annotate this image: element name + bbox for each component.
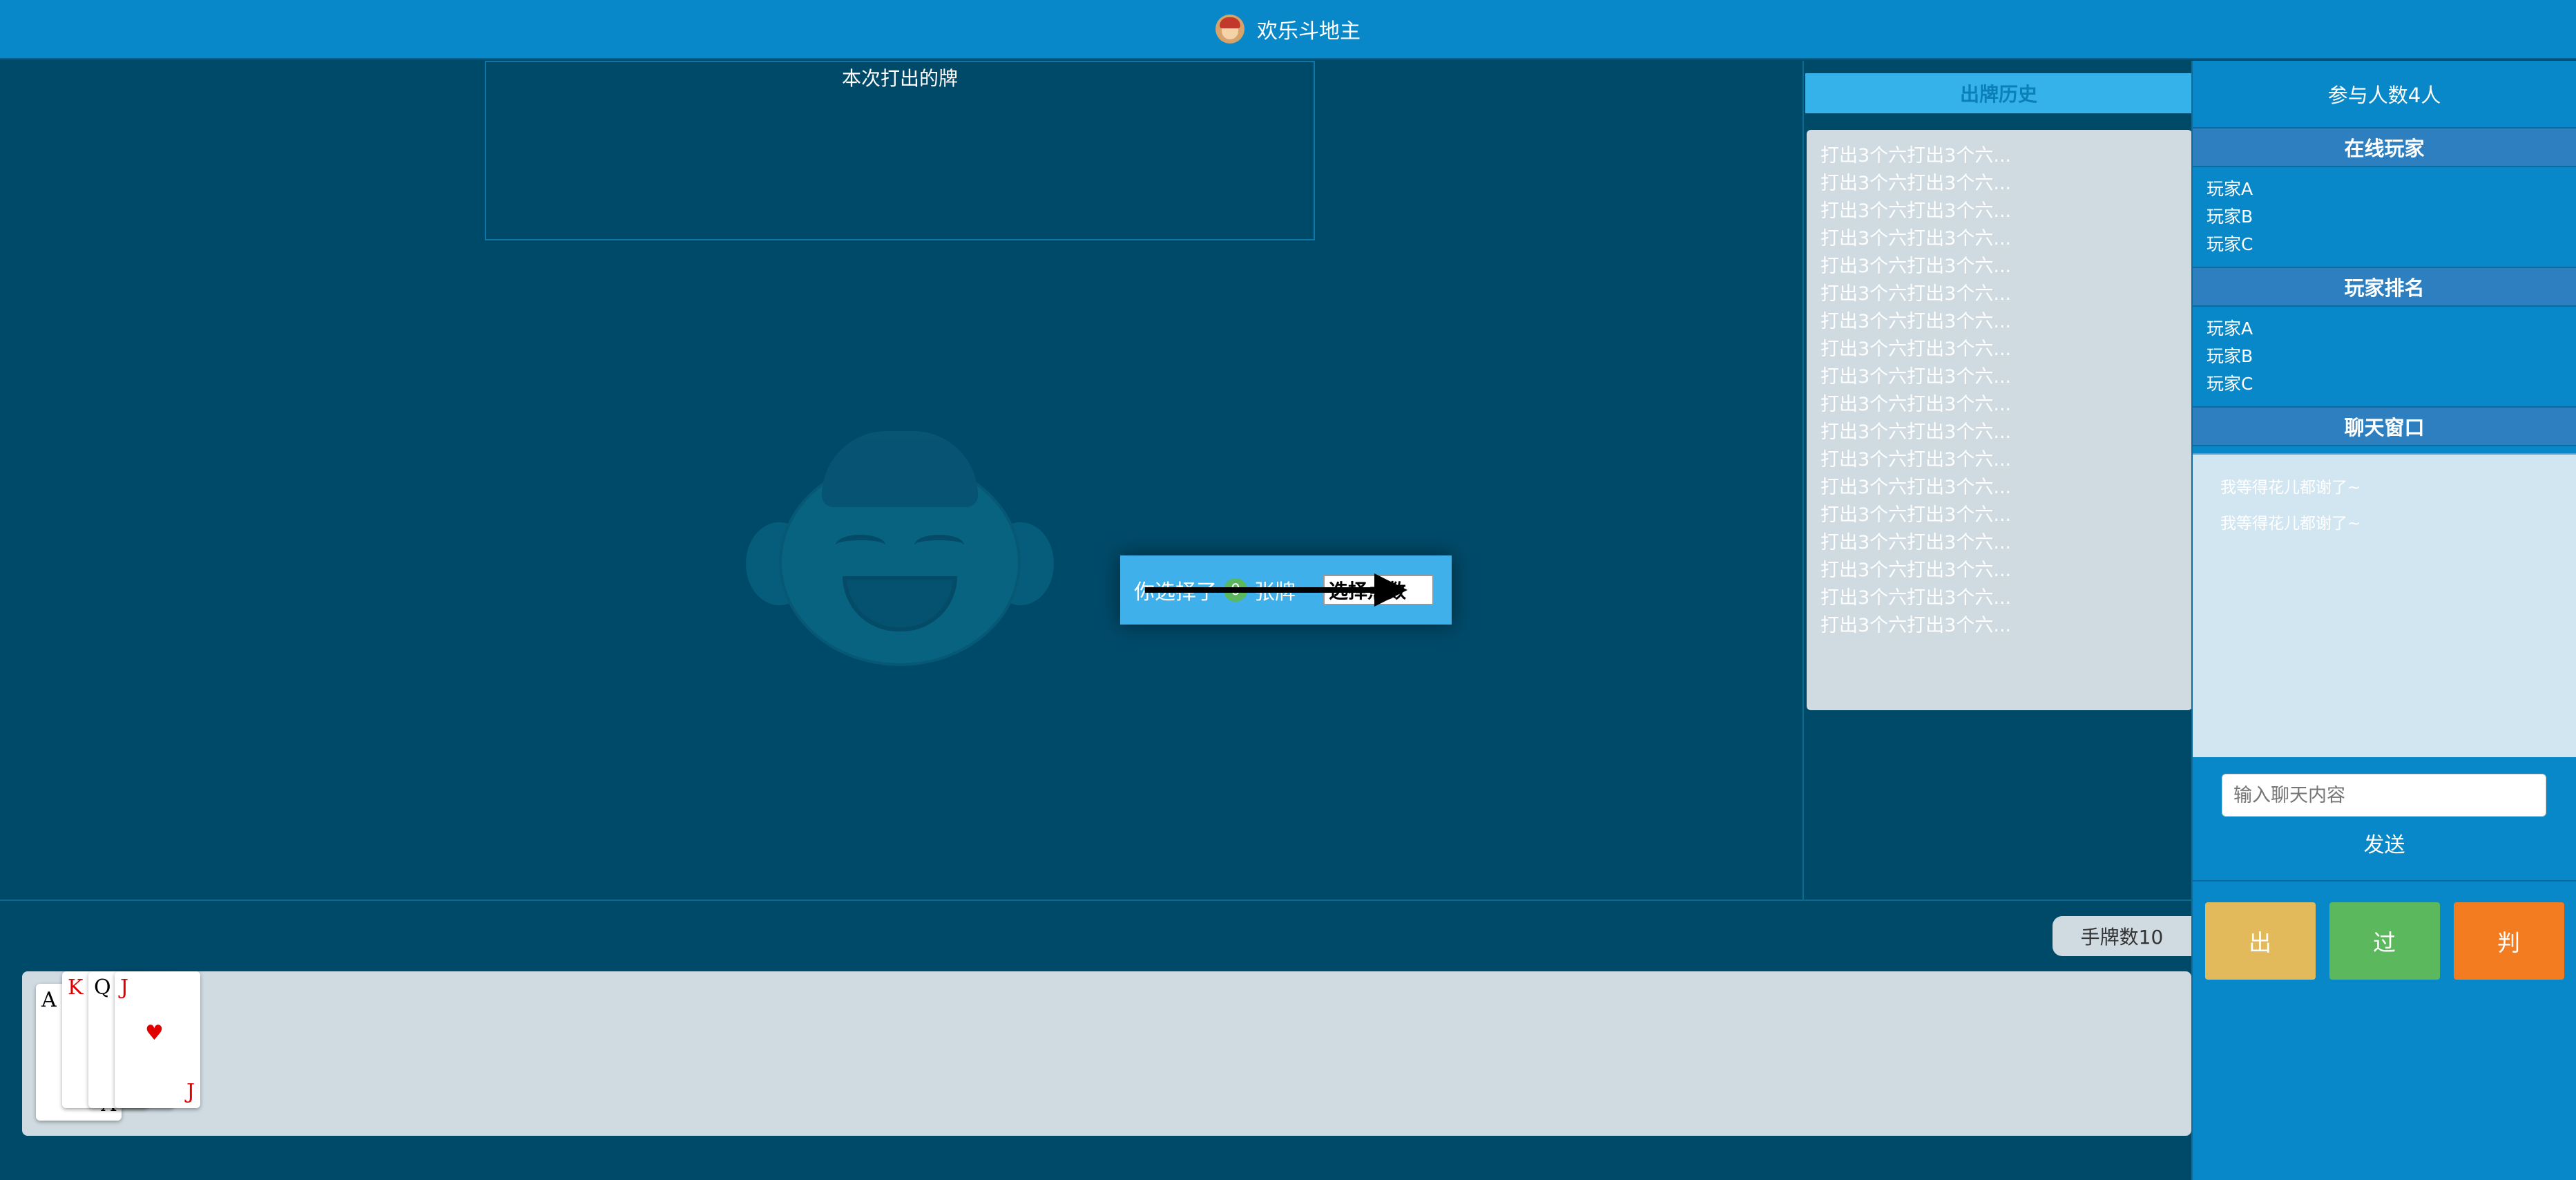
arrow-right-icon xyxy=(1145,573,1407,607)
action-buttons: 出 过 判 xyxy=(2193,882,2576,1000)
history-entry: 打出3个六打出3个六... xyxy=(1820,504,2012,526)
table-divider xyxy=(0,900,2191,901)
history-title: 出牌历史 xyxy=(1805,73,2192,113)
mascot-cap xyxy=(822,431,978,507)
ranking-list: 玩家A 玩家B 玩家C xyxy=(2193,307,2576,406)
chat-header: 聊天窗口 xyxy=(2193,406,2576,446)
history-entry: 打出3个六打出3个六... xyxy=(1820,421,2012,443)
pass-button[interactable]: 过 xyxy=(2329,902,2440,980)
ranking-header: 玩家排名 xyxy=(2193,267,2576,307)
history-entry: 打出3个六打出3个六... xyxy=(1820,256,2012,277)
history-entry: 打出3个六打出3个六... xyxy=(1820,145,2012,166)
hand-area: AAKKQQJ♥J xyxy=(22,971,2191,1136)
history-entry: 打出3个六打出3个六... xyxy=(1820,449,2012,470)
history-entry: 打出3个六打出3个六... xyxy=(1820,615,2012,636)
card-rank: Q xyxy=(94,976,111,1000)
history-panel: 出牌历史 打出3个六打出3个六... 打出3个六打出3个六... 打出3个六打出3个… xyxy=(1803,61,2192,900)
history-entry: 打出3个六打出3个六... xyxy=(1820,587,2012,609)
ranking-item: 玩家A xyxy=(2207,318,2253,339)
chat-input[interactable] xyxy=(2222,774,2546,817)
chat-message: 我等得花儿都谢了~ xyxy=(2220,515,2361,533)
history-entry: 打出3个六打出3个六... xyxy=(1820,532,2012,553)
online-player-item: 玩家C xyxy=(2207,234,2253,254)
hand-card[interactable]: J ♥ J xyxy=(115,971,200,1108)
chat-messages[interactable]: 我等得花儿都谢了~ 我等得花儿都谢了~ xyxy=(2193,453,2576,757)
card-rank: A xyxy=(41,988,57,1012)
chat-message: 我等得花儿都谢了~ xyxy=(2220,479,2361,497)
history-entry: 打出3个六打出3个六... xyxy=(1820,283,2012,305)
send-button[interactable]: 发送 xyxy=(2193,828,2576,858)
card-rank-bottom: J xyxy=(186,1080,195,1104)
online-player-item: 玩家A xyxy=(2207,179,2253,199)
played-cards-caption: 本次打出的牌 xyxy=(841,67,958,90)
app-title: 欢乐斗地主 xyxy=(1257,19,1361,44)
right-sidebar: 参与人数4人 在线玩家 玩家A 玩家B 玩家C 玩家排名 玩家A 玩家B 玩家C 聊天窗… xyxy=(2191,61,2576,1180)
card-rank: J xyxy=(120,976,129,1000)
ranking-item: 玩家B xyxy=(2207,346,2253,366)
online-player-item: 玩家B xyxy=(2207,207,2253,227)
mascot-eye-left xyxy=(836,535,885,555)
history-entry: 打出3个六打出3个六... xyxy=(1820,477,2012,498)
history-entry: 打出3个六打出3个六... xyxy=(1820,200,2012,222)
history-entry: 打出3个六打出3个六... xyxy=(1820,366,2012,388)
selection-notice: 你选择了 0 张牌 选择点数 xyxy=(1120,555,1452,625)
players-count: 参与人数4人 xyxy=(2327,84,2441,107)
mascot-eye-right xyxy=(914,535,964,555)
history-entry: 打出3个六打出3个六... xyxy=(1820,173,2012,194)
history-entry: 打出3个六打出3个六... xyxy=(1820,560,2012,581)
play-button[interactable]: 出 xyxy=(2204,902,2316,980)
history-entry: 打出3个六打出3个六... xyxy=(1820,394,2012,415)
app-header: 欢乐斗地主 xyxy=(0,0,2576,59)
judge-button[interactable]: 判 xyxy=(2453,902,2564,980)
played-cards-area: 本次打出的牌 xyxy=(485,61,1315,240)
heart-suit-icon: ♥ xyxy=(145,1021,164,1045)
online-players-header: 在线玩家 xyxy=(2193,127,2576,167)
history-list[interactable]: 打出3个六打出3个六... 打出3个六打出3个六... 打出3个六打出3个六... 打… xyxy=(1807,130,2192,710)
history-entry: 打出3个六打出3个六... xyxy=(1820,339,2012,360)
ranking-item: 玩家C xyxy=(2207,374,2253,394)
mascot-watermark-icon xyxy=(746,431,1054,666)
app-logo-icon xyxy=(1215,15,1244,44)
history-entry: 打出3个六打出3个六... xyxy=(1820,228,2012,249)
history-entry: 打出3个六打出3个六... xyxy=(1820,311,2012,332)
card-rank: K xyxy=(68,976,84,1000)
online-players-list: 玩家A 玩家B 玩家C xyxy=(2193,167,2576,267)
hand-count-badge: 手牌数10 xyxy=(2053,916,2191,956)
